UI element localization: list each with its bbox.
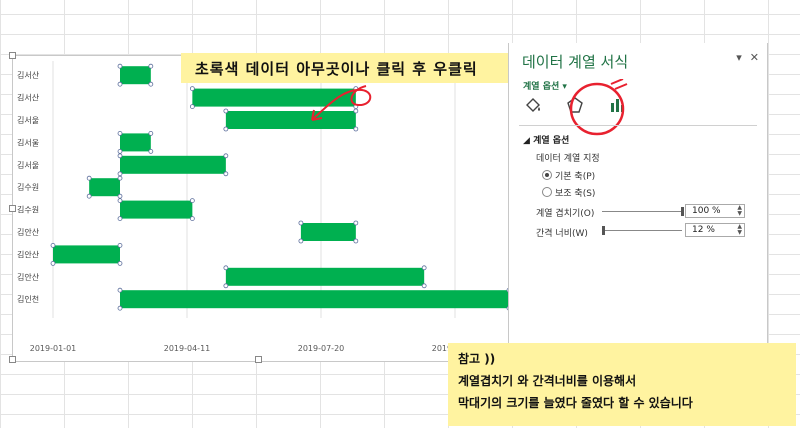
gap-width-slider-thumb[interactable] [602, 226, 605, 235]
note-line: 막대기의 크기를 늘였다 줄였다 할 수 있습니다 [458, 396, 693, 410]
bar-selection-handle[interactable] [189, 216, 195, 222]
bar-selection-handle[interactable] [421, 283, 427, 289]
chart-svg: 2019-01-012019-04-112019-07-202019-10-28… [17, 61, 509, 353]
x-tick-label: 2019-07-20 [298, 344, 345, 353]
red-circle-annotation [569, 79, 628, 136]
gantt-bar[interactable] [53, 245, 120, 264]
bar-selection-handle[interactable] [117, 193, 123, 199]
overlap-slider[interactable] [602, 211, 682, 212]
secondary-axis-radio[interactable] [542, 187, 552, 197]
bar-selection-handle[interactable] [148, 63, 154, 69]
bar-selection-handle[interactable] [223, 265, 229, 271]
bar-selection-handle[interactable] [353, 220, 359, 226]
bar-selection-handle[interactable] [148, 81, 154, 87]
gap-width-label: 간격 너비(W) [536, 229, 588, 239]
format-series-pane: 데이터 계열 서식 ▾ ✕ 계열 옵션 ▾ ◢ 계열 옵션 데이터 계열 지정 … [508, 43, 768, 343]
gantt-bar[interactable] [120, 155, 226, 174]
bar-selection-handle[interactable] [148, 131, 154, 136]
x-tick-label: 2019-01-01 [30, 344, 77, 353]
plot-on-label: 데이터 계열 지정 [536, 154, 600, 164]
bar-selection-handle[interactable] [353, 238, 359, 244]
gap-width-spinner[interactable]: 12 % ▲ ▼ [685, 223, 745, 237]
bar-selection-handle[interactable] [117, 153, 123, 159]
gap-width-slider[interactable] [602, 230, 682, 231]
divider [519, 125, 757, 126]
bar-selection-handle[interactable] [117, 305, 123, 311]
gantt-bar[interactable] [120, 290, 509, 309]
bar-selection-handle[interactable] [223, 283, 229, 289]
note-callout: 참고 )) 계열겹치기 와 간격너비를 이용해서 막대기의 크기를 늘였다 줄였… [448, 343, 796, 426]
y-category-label: 김수원 [17, 205, 39, 215]
red-arrow-annotation [311, 85, 372, 121]
bar-selection-handle[interactable] [117, 242, 123, 248]
y-category-label: 김서울 [17, 137, 39, 147]
overlap-label: 계열 겹치기(O) [536, 209, 595, 219]
bar-selection-handle[interactable] [117, 81, 123, 87]
y-category-label: 김수원 [17, 182, 39, 192]
bar-selection-handle[interactable] [223, 153, 229, 159]
bar-selection-handle[interactable] [117, 260, 123, 266]
y-category-label: 김안산 [17, 227, 40, 237]
bar-selection-handle[interactable] [117, 175, 123, 181]
overlap-slider-thumb[interactable] [681, 207, 684, 216]
resize-handle[interactable] [255, 356, 262, 363]
bar-selection-handle[interactable] [117, 287, 123, 293]
gantt-chart[interactable]: 2019-01-012019-04-112019-07-202019-10-28… [12, 55, 510, 362]
bar-selection-handle[interactable] [298, 220, 304, 226]
bar-selection-handle[interactable] [148, 149, 154, 154]
options-dropdown[interactable]: 계열 옵션 ▾ [523, 79, 567, 92]
bar-selection-handle[interactable] [189, 198, 195, 204]
bar-selection-handle[interactable] [117, 63, 123, 69]
gantt-bar[interactable] [300, 223, 356, 241]
options-dropdown-label: 계열 옵션 [523, 82, 560, 92]
bar-selection-handle[interactable] [50, 242, 56, 248]
secondary-axis-label: 보조 축(S) [555, 189, 596, 199]
primary-axis-radio[interactable] [542, 170, 552, 180]
bar-selection-handle[interactable] [223, 171, 229, 177]
y-category-label: 김서울 [17, 160, 39, 170]
pane-menu-icon[interactable]: ▾ [736, 51, 742, 64]
bar-selection-handle[interactable] [189, 86, 195, 91]
bar-selection-handle[interactable] [117, 198, 123, 204]
y-category-label: 김인천 [17, 294, 39, 304]
resize-handle[interactable] [9, 205, 16, 212]
resize-handle[interactable] [9, 52, 16, 59]
gantt-bar[interactable] [120, 200, 193, 219]
section-series-options[interactable]: ◢ 계열 옵션 [523, 133, 569, 146]
fill-line-icon[interactable] [521, 93, 545, 117]
note-line: 참고 )) [458, 352, 496, 366]
overlap-spinner[interactable]: 100 % ▲ ▼ [685, 204, 745, 218]
bar-selection-handle[interactable] [117, 171, 123, 177]
note-line: 계열겹치기 와 간격너비를 이용해서 [458, 374, 637, 388]
bar-selection-handle[interactable] [86, 193, 92, 199]
bar-selection-handle[interactable] [50, 260, 56, 266]
bar-selection-handle[interactable] [189, 104, 195, 109]
gantt-bar[interactable] [120, 66, 151, 85]
primary-axis-label: 기본 축(P) [555, 172, 596, 182]
y-category-label: 김안산 [17, 249, 40, 259]
gantt-bar[interactable] [225, 267, 425, 286]
pane-title: 데이터 계열 서식 [522, 53, 629, 71]
bar-selection-handle[interactable] [117, 149, 123, 154]
bar-selection-handle[interactable] [223, 126, 229, 132]
gantt-bar[interactable] [120, 133, 151, 152]
bar-selection-handle[interactable] [86, 175, 92, 181]
gantt-bar[interactable] [89, 178, 120, 197]
bar-selection-handle[interactable] [223, 108, 229, 114]
y-category-label: 김서산 [17, 70, 40, 80]
bar-selection-handle[interactable] [117, 131, 123, 136]
close-icon[interactable]: ✕ [750, 51, 759, 64]
resize-handle[interactable] [9, 356, 16, 363]
y-category-label: 김서산 [17, 93, 40, 103]
y-category-label: 김안산 [17, 272, 40, 282]
bar-selection-handle[interactable] [298, 238, 304, 244]
x-tick-label: 2019-04-11 [164, 344, 211, 353]
bar-selection-handle[interactable] [117, 216, 123, 222]
bar-selection-handle[interactable] [421, 265, 427, 271]
y-category-label: 김서울 [17, 115, 39, 125]
